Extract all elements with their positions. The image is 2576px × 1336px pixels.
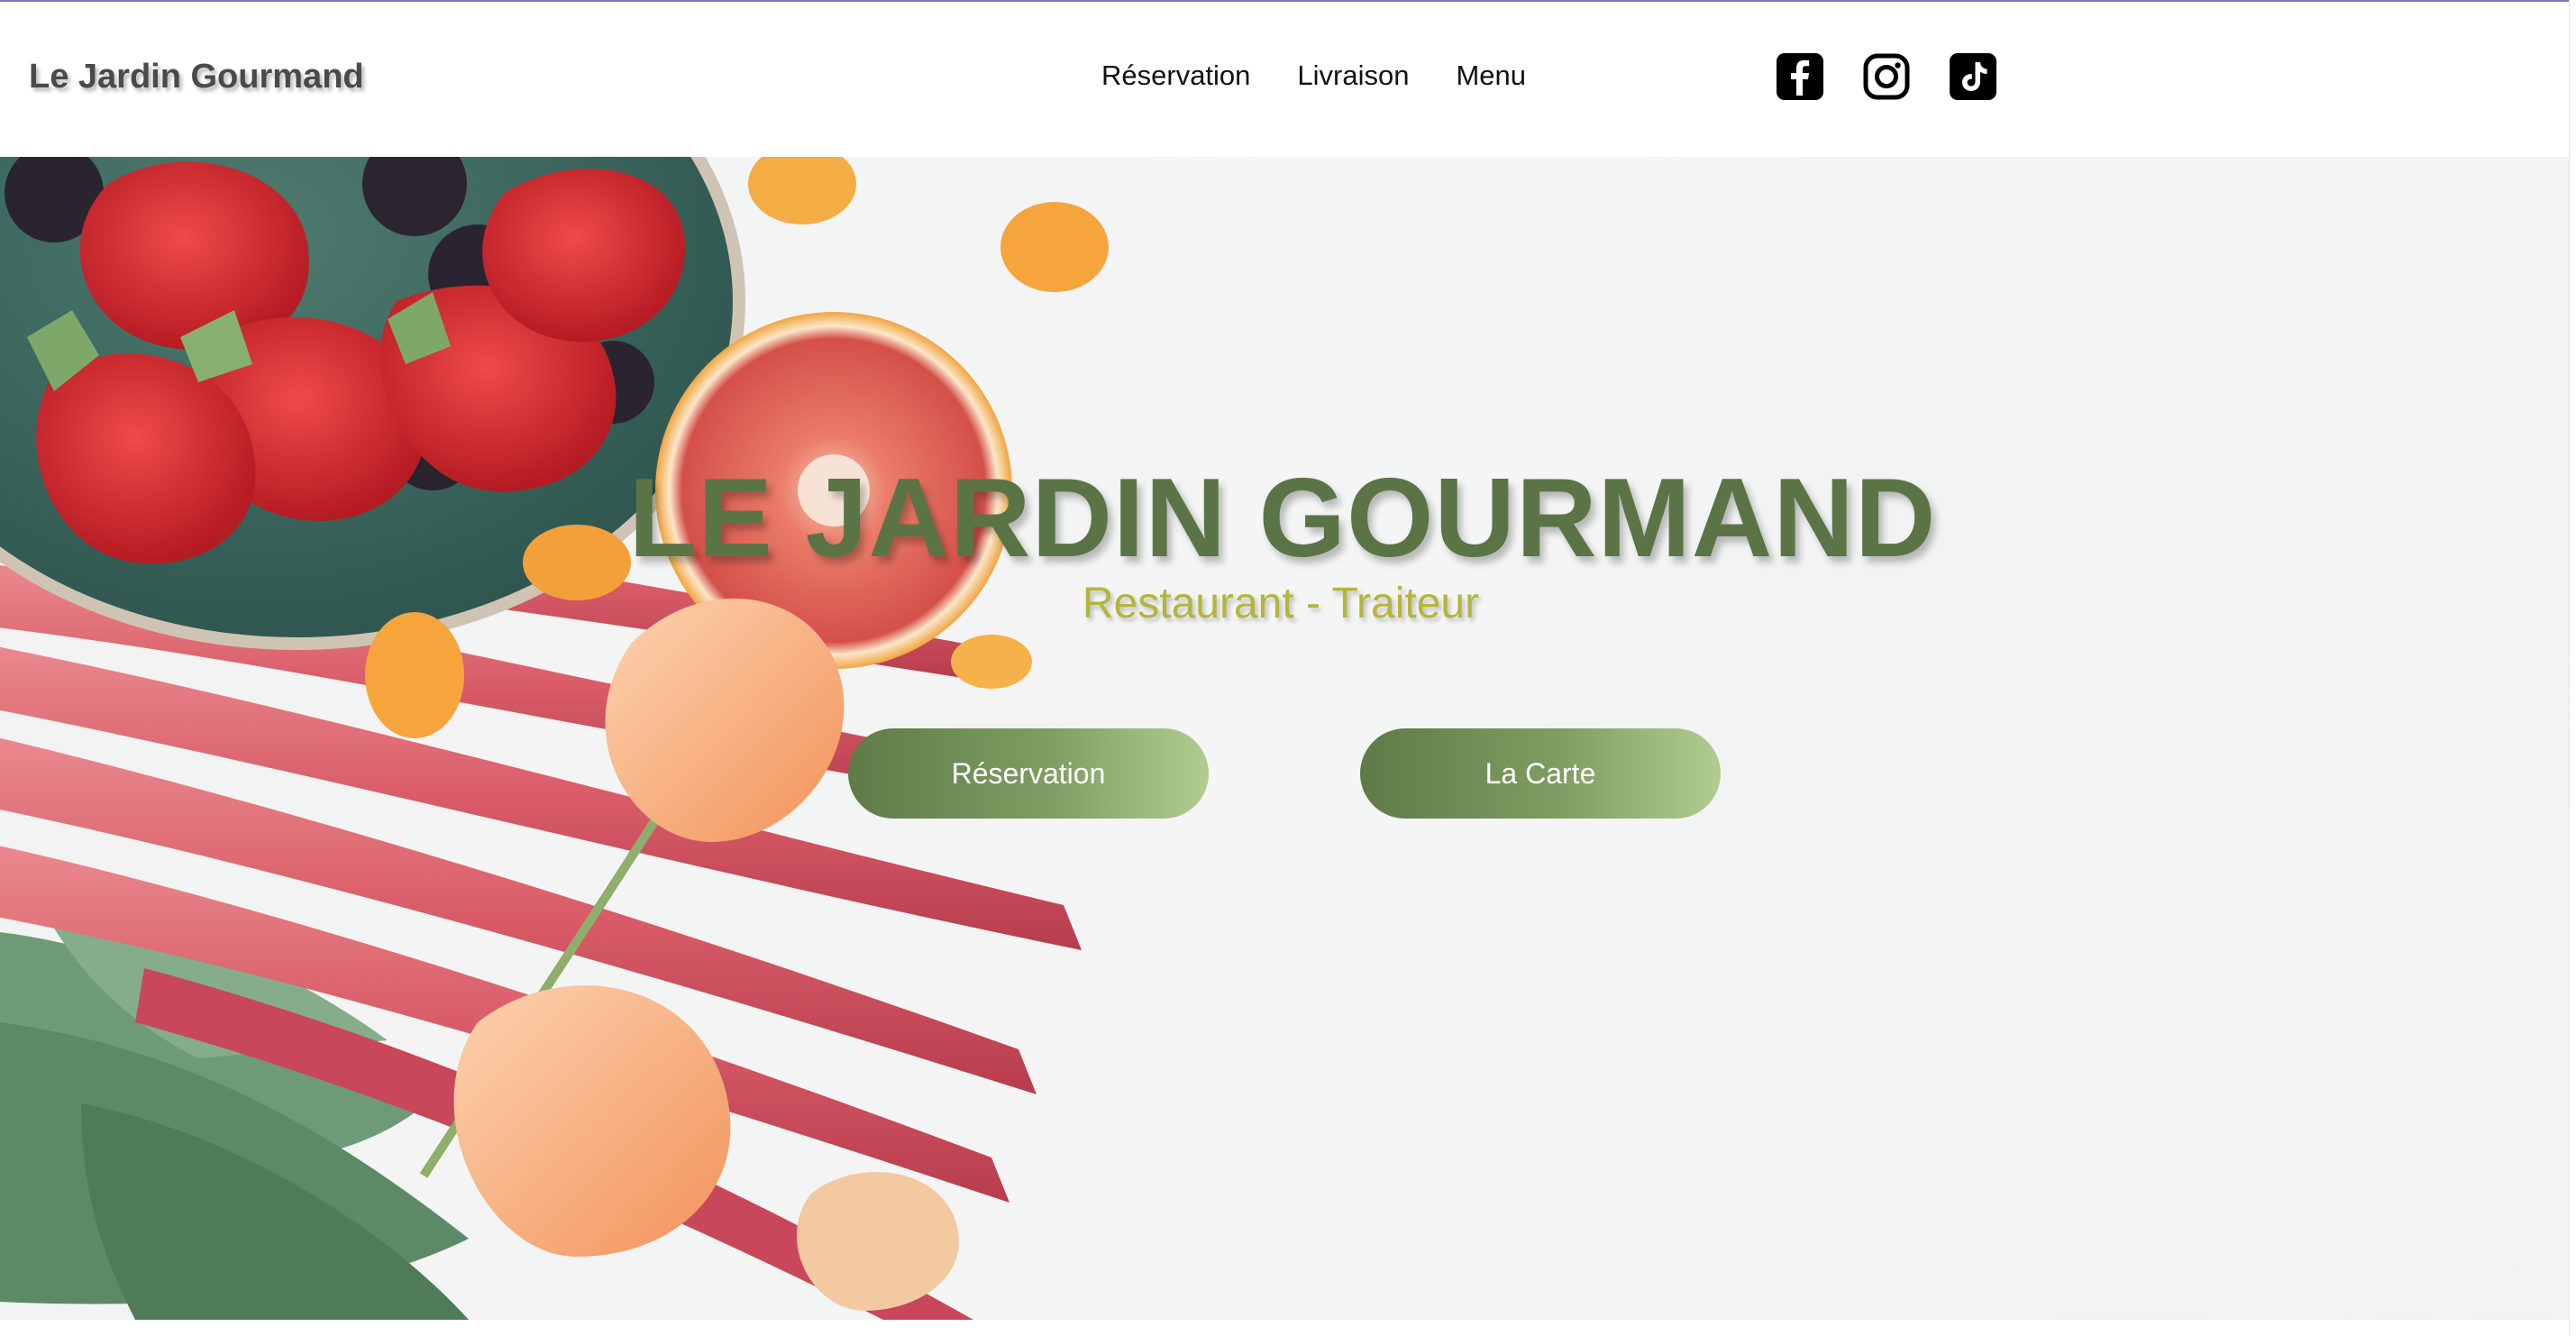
instagram-icon[interactable] — [1862, 52, 1911, 101]
hero-section: LE JARDIN GOURMAND Restaurant - Traiteur… — [0, 157, 2569, 1320]
page-right-edge — [2569, 0, 2576, 1336]
facebook-icon[interactable] — [1776, 52, 1824, 101]
tiktok-icon[interactable] — [1949, 52, 1997, 101]
reservation-button[interactable]: Réservation — [848, 728, 1209, 819]
nav-link-reservation[interactable]: Réservation — [1101, 59, 1250, 92]
hero-subtitle-text: Restaurant - Traiteur — [1082, 580, 1480, 627]
main-nav: Réservation Livraison Menu — [1101, 59, 1526, 92]
bottom-strip — [0, 1320, 2576, 1336]
page: Le Jardin Gourmand Réservation Livraison… — [0, 0, 2576, 1336]
brand-logo-text[interactable]: Le Jardin Gourmand — [29, 58, 364, 96]
social-links — [1776, 52, 1997, 101]
hero-title-text: LE JARDIN GOURMAND — [628, 456, 1937, 581]
site-header: Le Jardin Gourmand Réservation Livraison… — [0, 2, 2576, 157]
la-carte-button[interactable]: La Carte — [1360, 728, 1721, 819]
hero-title: LE JARDIN GOURMAND — [0, 454, 2569, 582]
hero-subtitle: Restaurant - Traiteur — [0, 579, 2569, 628]
nav-link-menu[interactable]: Menu — [1456, 59, 1526, 92]
hero-background-image — [0, 157, 2569, 1320]
nav-link-livraison[interactable]: Livraison — [1297, 59, 1409, 92]
